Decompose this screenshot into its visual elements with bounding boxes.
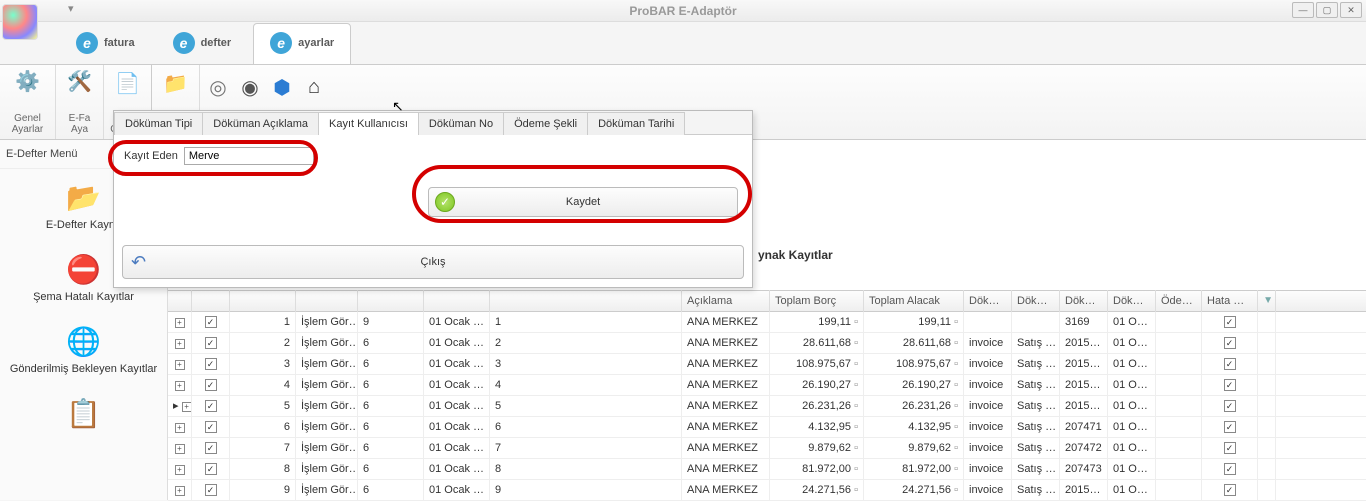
checkbox[interactable]: ✓: [1224, 484, 1236, 496]
filter-popup: Döküman TipiDöküman AçıklamaKayıt Kullan…: [113, 110, 753, 288]
col-dok3[interactable]: Dök…: [1060, 290, 1108, 312]
minimize-button[interactable]: —: [1292, 2, 1314, 18]
kayit-eden-input[interactable]: [184, 147, 314, 165]
checkbox[interactable]: ✓: [1224, 316, 1236, 328]
clipboard-icon: 📋: [63, 395, 105, 431]
checkbox[interactable]: ✓: [1224, 421, 1236, 433]
popup-tab[interactable]: Döküman No: [418, 112, 504, 135]
app-icon-3[interactable]: ⌂: [300, 73, 328, 101]
sidebar-item-bekleyen[interactable]: 🌐 Gönderilmiş Bekleyen Kayıtlar: [0, 313, 167, 385]
table-row[interactable]: +✓3İşlem Gör…601 Ocak …3ANA MERKEZ108.97…: [168, 354, 1366, 375]
sidebar-item-extra[interactable]: 📋: [0, 385, 167, 441]
checkbox[interactable]: ✓: [1224, 463, 1236, 475]
tab-fatura[interactable]: efatura: [60, 24, 151, 64]
expand-icon[interactable]: +: [175, 339, 185, 349]
checkbox[interactable]: ✓: [205, 484, 217, 496]
close-button[interactable]: ✕: [1340, 2, 1362, 18]
save-button[interactable]: ✓ Kaydet: [428, 187, 738, 217]
back-arrow-icon: ↶: [131, 252, 146, 273]
checkbox[interactable]: ✓: [205, 379, 217, 391]
popup-tab[interactable]: Kayıt Kullanıcısı: [318, 112, 419, 135]
table-row[interactable]: ▸ +✓5İşlem Gör…601 Ocak …5ANA MERKEZ26.2…: [168, 396, 1366, 417]
e-icon: e: [76, 32, 98, 54]
app-icon-1[interactable]: ◎: [204, 73, 232, 101]
sidebar-item-label: Gönderilmiş Bekleyen Kayıtlar: [10, 363, 157, 375]
col-toplam-alacak[interactable]: Toplam Alacak: [864, 290, 964, 312]
table-row[interactable]: +✓1İşlem Gör…901 Ocak …1ANA MERKEZ199,11…: [168, 312, 1366, 333]
col-dok4[interactable]: Dök…: [1108, 290, 1156, 312]
table-row[interactable]: +✓9İşlem Gör…601 Ocak …9ANA MERKEZ24.271…: [168, 480, 1366, 501]
app-icon-2[interactable]: ◉: [236, 73, 264, 101]
exit-button[interactable]: ↶ Çıkış: [122, 245, 744, 279]
document-icon[interactable]: 📄: [114, 69, 142, 97]
col-dok2[interactable]: Dök…: [1012, 290, 1060, 312]
tab-ayarlar[interactable]: eayarlar: [253, 23, 351, 64]
ribbon-tabs: efatura edefter eayarlar: [0, 22, 1366, 64]
e-icon: e: [270, 32, 292, 54]
checkbox[interactable]: ✓: [205, 400, 217, 412]
grid-header: Açıklama Toplam Borç Toplam Alacak Dök… …: [168, 290, 1366, 312]
popup-tab[interactable]: Ödeme Şekli: [503, 112, 588, 135]
checkbox[interactable]: ✓: [1224, 442, 1236, 454]
folder-icon[interactable]: 📁: [162, 69, 190, 97]
popup-tabs: Döküman TipiDöküman AçıklamaKayıt Kullan…: [114, 111, 752, 135]
expand-icon[interactable]: +: [175, 423, 185, 433]
table-row[interactable]: +✓7İşlem Gör…601 Ocak …7ANA MERKEZ9.879,…: [168, 438, 1366, 459]
expand-icon[interactable]: +: [182, 402, 192, 412]
checkbox[interactable]: ✓: [205, 442, 217, 454]
check-icon: ✓: [435, 192, 455, 212]
office-icon[interactable]: ⬢: [268, 73, 296, 101]
table-row[interactable]: +✓6İşlem Gör…601 Ocak …6ANA MERKEZ4.132,…: [168, 417, 1366, 438]
data-grid: Açıklama Toplam Borç Toplam Alacak Dök… …: [168, 290, 1366, 501]
expand-icon[interactable]: +: [175, 444, 185, 454]
expand-icon[interactable]: +: [175, 318, 185, 328]
checkbox[interactable]: ✓: [1224, 358, 1236, 370]
e-icon: e: [173, 32, 195, 54]
col-ode[interactable]: Öde…: [1156, 290, 1202, 312]
col-dok1[interactable]: Dök…: [964, 290, 1012, 312]
checkbox[interactable]: ✓: [205, 463, 217, 475]
table-row[interactable]: +✓8İşlem Gör…601 Ocak …8ANA MERKEZ81.972…: [168, 459, 1366, 480]
gear-icon[interactable]: ⚙️: [14, 67, 42, 95]
col-hata[interactable]: Hata D…: [1202, 290, 1258, 312]
popup-tab[interactable]: Döküman Açıklama: [202, 112, 319, 135]
globe-icon: 🌐: [63, 323, 105, 359]
error-icon: ⛔: [63, 251, 105, 287]
sidebar-item-label: E-Defter Kayna: [46, 219, 121, 231]
checkbox[interactable]: ✓: [205, 421, 217, 433]
checkbox[interactable]: ✓: [205, 316, 217, 328]
section-title: ynak Kayıtlar: [758, 248, 833, 262]
checkbox[interactable]: ✓: [205, 337, 217, 349]
save-button-label: Kaydet: [566, 196, 600, 208]
app-logo: [2, 4, 38, 40]
expand-icon[interactable]: +: [175, 465, 185, 475]
titlebar: ▾ ProBAR E-Adaptör — ▢ ✕: [0, 0, 1366, 22]
checkbox[interactable]: ✓: [205, 358, 217, 370]
group-efa: E-Fa Aya: [60, 111, 99, 137]
expand-icon[interactable]: +: [175, 360, 185, 370]
col-toplam-borc[interactable]: Toplam Borç: [770, 290, 864, 312]
field-label-kayit-eden: Kayıt Eden: [124, 150, 178, 162]
table-row[interactable]: +✓2İşlem Gör…601 Ocak …2ANA MERKEZ28.611…: [168, 333, 1366, 354]
maximize-button[interactable]: ▢: [1316, 2, 1338, 18]
popup-tab[interactable]: Döküman Tarihi: [587, 112, 685, 135]
popup-tab[interactable]: Döküman Tipi: [114, 112, 203, 135]
filter-icon[interactable]: ▼: [1263, 290, 1273, 312]
sidebar-item-label: Şema Hatalı Kayıtlar: [33, 291, 134, 303]
group-genel-ayarlar: Genel Ayarlar: [4, 111, 51, 137]
folder-open-icon: 📂: [63, 179, 105, 215]
app-title: ProBAR E-Adaptör: [629, 4, 736, 18]
expand-icon[interactable]: +: [175, 381, 185, 391]
checkbox[interactable]: ✓: [1224, 379, 1236, 391]
expand-icon[interactable]: +: [175, 486, 185, 496]
tools-icon[interactable]: 🛠️: [66, 67, 94, 95]
tab-defter[interactable]: edefter: [157, 24, 248, 64]
checkbox[interactable]: ✓: [1224, 337, 1236, 349]
qat-dropdown-icon[interactable]: ▾: [68, 2, 74, 15]
checkbox[interactable]: ✓: [1224, 400, 1236, 412]
col-aciklama[interactable]: Açıklama: [682, 290, 770, 312]
exit-button-label: Çıkış: [420, 256, 445, 268]
table-row[interactable]: +✓4İşlem Gör…601 Ocak …4ANA MERKEZ26.190…: [168, 375, 1366, 396]
